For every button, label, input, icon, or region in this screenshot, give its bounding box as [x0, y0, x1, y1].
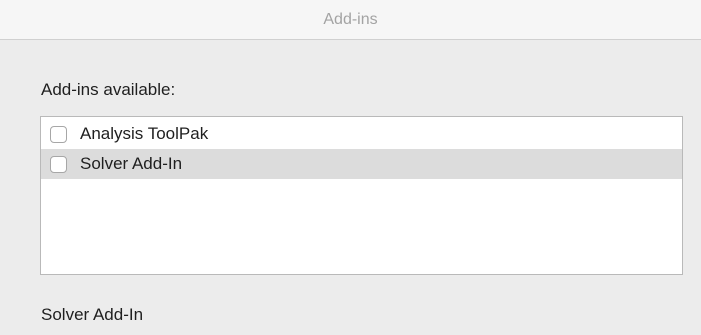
addins-available-label: Add-ins available: — [41, 80, 176, 99]
addins-list[interactable]: Analysis ToolPak Solver Add-In — [40, 116, 683, 275]
analysis-toolpak-checkbox[interactable] — [50, 125, 67, 143]
addin-item-solver[interactable]: Solver Add-In — [41, 149, 682, 179]
addin-item-label: Analysis ToolPak — [80, 124, 209, 143]
addin-item-analysis-toolpak[interactable]: Analysis ToolPak — [41, 119, 682, 149]
solver-addin-checkbox[interactable] — [50, 155, 67, 173]
selected-addin-description: Solver Add-In — [41, 305, 144, 324]
window-title: Add-ins — [0, 0, 701, 40]
addin-item-label: Solver Add-In — [80, 154, 183, 173]
